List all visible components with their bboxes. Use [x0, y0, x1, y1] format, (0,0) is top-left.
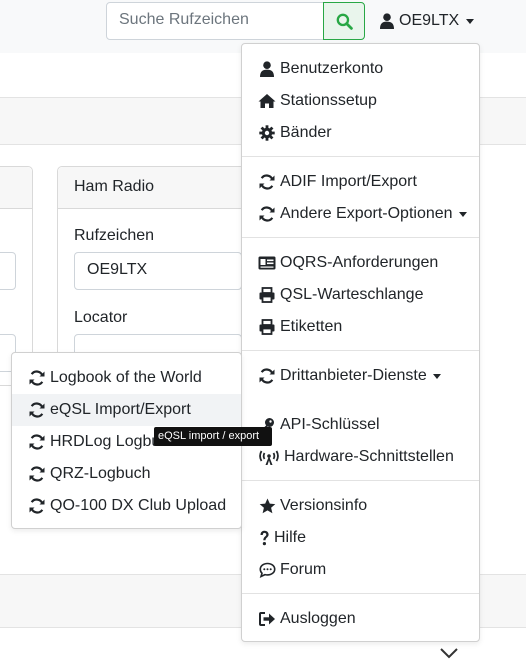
menu-item-ausloggen[interactable]: Ausloggen	[258, 607, 356, 631]
submenu-item-qrz[interactable]: QRZ-Logbuch	[12, 458, 241, 490]
menu-item-label: Andere Export-Optionen	[280, 205, 453, 222]
menu-item-label: Versionsinfo	[280, 497, 368, 514]
menu-item-label: Hilfe	[274, 529, 307, 546]
menu-item-oqrs-anforderungen[interactable]: OQRS-Anforderungen	[258, 251, 438, 275]
left-input-1[interactable]	[0, 252, 16, 290]
menu-item-label: Benutzerkonto	[280, 60, 384, 77]
menu-item-label: Forum	[280, 561, 327, 578]
menu-item-baender[interactable]: Bänder	[258, 121, 332, 145]
menu-item-label: Bänder	[280, 124, 332, 141]
menu-item-label: QSL-Warteschlange	[280, 286, 424, 303]
menu-item-qsl-warteschlange[interactable]: QSL-Warteschlange	[258, 283, 423, 307]
search-input[interactable]: Suche Rufzeichen	[106, 2, 324, 40]
menu-item-andere-export-optionen[interactable]: Andere Export-Optionen	[258, 202, 467, 226]
menu-item-benutzerkonto[interactable]: Benutzerkonto	[258, 57, 383, 81]
submenu-item-label: Logbook of the World	[50, 369, 202, 386]
submenu-item-qo100[interactable]: QO-100 DX Club Upload	[12, 490, 241, 522]
user-menu-label: OE9LTX	[399, 12, 460, 29]
menu-item-api-schluessel[interactable]: API-Schlüssel	[258, 413, 380, 437]
menu-item-label: ADIF Import/Export	[280, 173, 417, 190]
menu-item-drittanbieter-dienste[interactable]: Drittanbieter-Dienste	[258, 364, 441, 388]
chevron-down-icon	[466, 18, 475, 24]
menu-item-hardware-schnittstellen[interactable]: Hardware-Schnittstellen	[258, 445, 454, 469]
sync-icon	[28, 497, 46, 515]
sync-icon	[28, 401, 46, 419]
menu-divider	[242, 156, 479, 157]
user-dropdown-menu: Benutzerkonto Stationssetup Bänder ADIF …	[241, 43, 480, 642]
menu-item-versionsinfo[interactable]: Versionsinfo	[258, 494, 367, 518]
menu-item-adif-import-export[interactable]: ADIF Import/Export	[258, 170, 417, 194]
printer-icon	[258, 286, 276, 304]
menu-item-forum[interactable]: Forum	[258, 558, 326, 582]
menu-item-label: Drittanbieter-Dienste	[280, 367, 427, 384]
question-icon	[258, 529, 270, 547]
chevron-down-icon[interactable]	[439, 646, 459, 660]
menu-divider	[242, 350, 479, 351]
menu-item-label: Stationssetup	[280, 92, 377, 109]
menu-divider	[242, 237, 479, 238]
sync-icon	[28, 433, 46, 451]
menu-item-label: Hardware-Schnittstellen	[284, 448, 454, 465]
user-icon	[258, 60, 276, 78]
callsign-input[interactable]: OE9LTX	[74, 252, 242, 290]
menu-item-label: Etiketten	[280, 318, 343, 335]
submenu-item-eqsl[interactable]: eQSL Import/Export	[12, 394, 241, 426]
menu-item-label: Ausloggen	[280, 610, 356, 627]
antenna-icon	[258, 448, 280, 466]
id-card-icon	[258, 254, 276, 272]
menu-item-label: API-Schlüssel	[280, 416, 380, 433]
logout-icon	[258, 610, 276, 628]
locator-label: Locator	[74, 309, 128, 326]
menu-item-label: OQRS-Anforderungen	[280, 254, 439, 271]
submenu-item-label: QRZ-Logbuch	[50, 465, 151, 482]
star-icon	[258, 497, 276, 515]
station-card-title: Ham Radio	[58, 167, 256, 209]
menu-item-hilfe[interactable]: Hilfe	[258, 526, 306, 550]
sync-icon	[28, 369, 46, 387]
submenu-item-lotw[interactable]: Logbook of the World	[12, 362, 241, 394]
home-icon	[258, 92, 276, 110]
user-icon	[380, 13, 394, 29]
menu-item-stationssetup[interactable]: Stationssetup	[258, 89, 377, 113]
sync-icon	[258, 173, 276, 191]
sync-icon	[258, 205, 276, 223]
printer-icon	[258, 318, 276, 336]
search-button[interactable]	[323, 2, 365, 40]
chevron-down-icon	[458, 211, 467, 217]
tooltip: eQSL import / export	[154, 427, 272, 446]
chevron-down-icon	[432, 373, 441, 379]
menu-divider	[242, 593, 479, 594]
callsign-label: Rufzeichen	[74, 227, 155, 244]
submenu-item-label: QO-100 DX Club Upload	[50, 497, 227, 514]
sync-icon	[28, 465, 46, 483]
menu-item-etiketten[interactable]: Etiketten	[258, 315, 342, 339]
menu-divider	[242, 480, 479, 481]
sync-icon	[258, 367, 276, 385]
submenu-item-label: eQSL Import/Export	[50, 401, 191, 418]
chat-icon	[258, 561, 276, 579]
gear-icon	[258, 124, 276, 142]
user-menu-toggle[interactable]: OE9LTX	[380, 8, 475, 34]
search-icon	[336, 13, 353, 30]
